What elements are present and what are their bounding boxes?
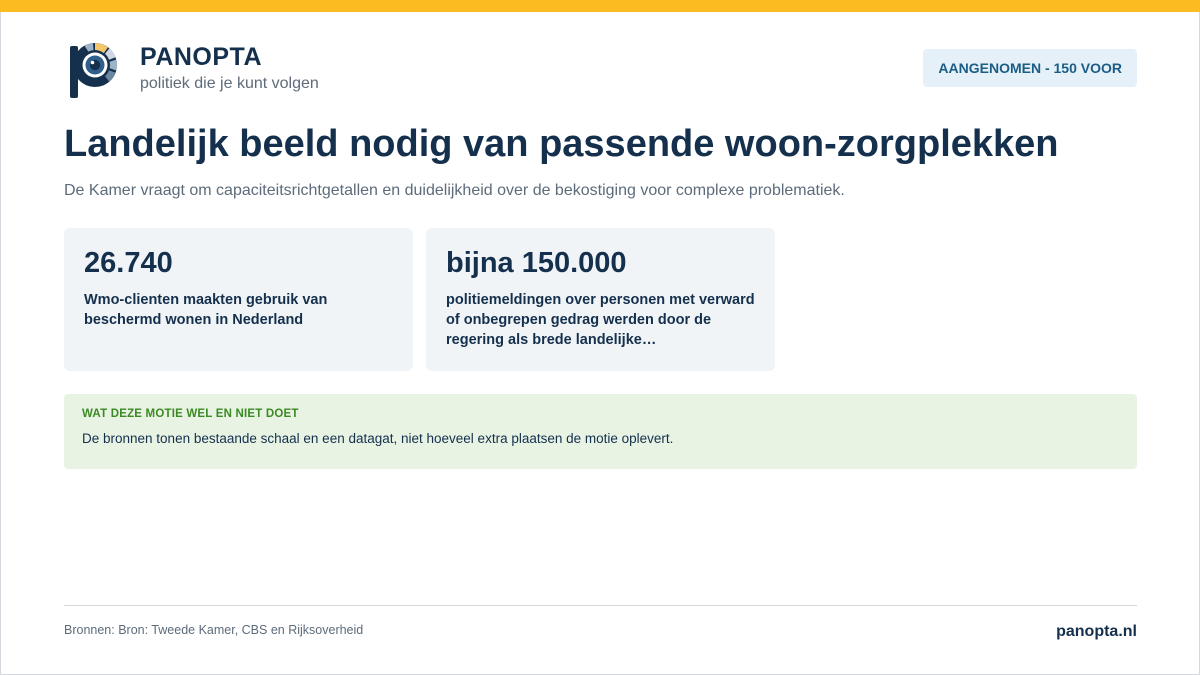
stat-value: 26.740 [84,247,173,279]
footer-site-link[interactable]: panopta.nl [1056,623,1137,641]
motion-scope-note: WAT DEZE MOTIE WEL EN NIET DOET De bronn… [64,394,1137,469]
footer-divider [64,605,1137,606]
brand-tagline: politiek die je kunt volgen [140,75,319,92]
brand-name: PANOPTA [140,43,263,71]
panopta-eye-logo-icon [67,40,121,100]
stat-description: politiemeldingen over personen met verwa… [446,292,755,348]
footer-sources: Bronnen: Bron: Tweede Kamer, CBS en Rijk… [64,623,364,637]
status-badge: AANGENOMEN - 150 VOOR [923,49,1137,87]
stat-description: Wmo-clienten maakten gebruik van bescher… [84,292,328,328]
page-subtitle: De Kamer vraagt om capaciteitsrichtgetal… [64,182,845,199]
stat-card-police-reports: bijna 150.000 politiemeldingen over pers… [426,228,775,371]
stat-value: bijna 150.000 [446,247,627,279]
note-title: WAT DEZE MOTIE WEL EN NIET DOET [82,408,299,420]
stat-card-wmo-clients: 26.740 Wmo-clienten maakten gebruik van … [64,228,413,371]
note-body: De bronnen tonen bestaande schaal en een… [82,431,674,446]
page-title: Landelijk beeld nodig van passende woon-… [64,123,1059,165]
accent-top-bar [0,0,1200,12]
